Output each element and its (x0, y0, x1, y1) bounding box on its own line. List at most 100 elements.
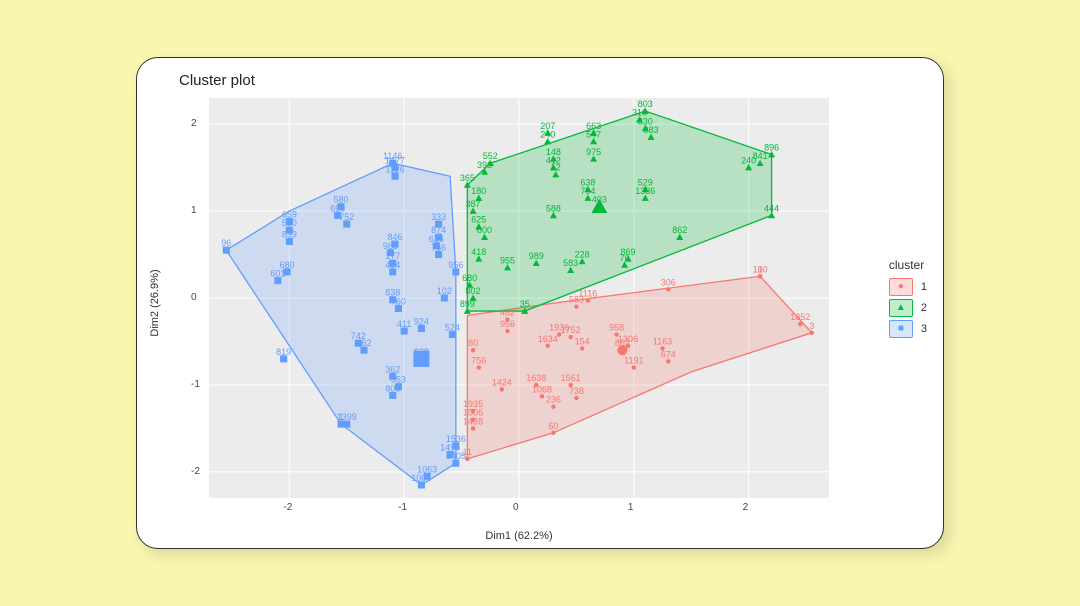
x-tick: -1 (398, 502, 407, 513)
legend-label-1: 1 (921, 281, 927, 293)
point-cluster-1 (626, 344, 630, 348)
point-label: 207 (540, 121, 555, 131)
point-label: 738 (569, 386, 584, 396)
point-label: 601 (270, 269, 285, 279)
point-label: 60 (548, 421, 558, 431)
point-label: 1 (339, 412, 344, 422)
legend-swatch-1: ● (889, 278, 913, 296)
point-label: 680 (280, 260, 295, 270)
chart-card: Cluster plot 862482956807561424193515061… (136, 57, 944, 549)
point-label: 803 (638, 99, 653, 109)
point-label: 1561 (561, 373, 581, 383)
point-label: 819 (276, 347, 291, 357)
x-tick: -2 (283, 502, 292, 513)
point-label: 454 (385, 260, 400, 270)
legend: cluster ● 1 ▲ 2 ■ 3 (889, 258, 927, 341)
point-label: 1191 (624, 356, 643, 366)
point-label: 841 (753, 151, 768, 161)
point-label: 760 (391, 296, 406, 306)
point-cluster-1 (810, 331, 814, 335)
point-label: 1634 (538, 334, 558, 344)
legend-row-3: ■ 3 (889, 320, 927, 338)
point-label: 583 (569, 295, 584, 305)
point-label: 552 (483, 151, 498, 161)
point-cluster-1 (471, 426, 475, 430)
point-cluster-1 (758, 274, 762, 278)
point-label: 862 (672, 225, 687, 235)
point-label: 154 (575, 336, 590, 346)
legend-label-3: 3 (921, 323, 927, 335)
point-label: 699 (330, 203, 345, 213)
point-label: 1063 (417, 464, 437, 474)
x-tick: 0 (513, 502, 519, 513)
legend-swatch-3: ■ (889, 320, 913, 338)
point-label: 583 (563, 258, 578, 268)
point-label: 403 (592, 195, 607, 205)
point-label: 12 (551, 163, 561, 173)
point-label: 846 (387, 232, 402, 242)
page-title: Cluster plot (179, 72, 255, 89)
legend-label-2: 2 (921, 302, 927, 314)
point-label: 828 (414, 347, 429, 357)
point-label: 983 (644, 125, 659, 135)
point-cluster-1 (632, 365, 636, 369)
point-label: 956 (500, 319, 515, 329)
point-label: 680 (462, 273, 477, 283)
point-label: 625 (471, 215, 486, 225)
point-cluster-1 (586, 298, 590, 302)
x-tick: 1 (628, 502, 634, 513)
point-label: 839 (282, 229, 297, 239)
point-cluster-1 (568, 335, 572, 339)
point-label: 1424 (492, 377, 512, 387)
y-tick: 2 (191, 118, 197, 129)
point-label: 524 (445, 323, 460, 333)
y-tick: 1 (191, 205, 197, 216)
point-label: 975 (586, 147, 601, 157)
point-cluster-1 (546, 344, 550, 348)
point-label: 70 (620, 253, 630, 263)
point-label: 1852 (790, 312, 810, 322)
point-label: 752 (339, 212, 354, 222)
point-label: 956 (448, 260, 463, 270)
point-cluster-1 (477, 365, 481, 369)
point-cluster-1 (551, 431, 555, 435)
point-label: 1068 (532, 384, 552, 394)
plot-svg: 8624829568075614241935150614381160163810… (209, 98, 829, 498)
x-tick: 2 (743, 502, 749, 513)
point-cluster-1 (580, 346, 584, 350)
point-label: 180 (471, 186, 486, 196)
legend-title: cluster (889, 258, 927, 272)
point-label: 1438 (463, 416, 483, 426)
point-label: 80 (468, 338, 478, 348)
point-label: 766 (431, 243, 446, 253)
legend-row-1: ● 1 (889, 278, 927, 296)
y-tick: -2 (191, 466, 200, 477)
x-axis-label: Dim1 (62.2%) (485, 530, 552, 542)
point-label: 806 (385, 383, 400, 393)
point-label: 96 (221, 238, 231, 248)
point-label: 365 (460, 173, 475, 183)
point-label: 663 (586, 121, 601, 131)
point-label: 1638 (526, 373, 546, 383)
point-label: 1477 (385, 156, 405, 166)
point-cluster-1 (574, 396, 578, 400)
point-label: 588 (546, 203, 561, 213)
point-cluster-1 (471, 348, 475, 352)
plot-area: 8624829568075614241935150614381160163810… (209, 98, 829, 498)
point-label: 756 (471, 356, 486, 366)
cluster-hulls (226, 111, 812, 485)
y-tick: 0 (191, 292, 197, 303)
point-label: 306 (661, 277, 676, 287)
legend-row-2: ▲ 2 (889, 299, 927, 317)
point-label: 1405 (446, 451, 466, 461)
point-label: 924 (414, 316, 429, 326)
point-label: 333 (431, 212, 446, 222)
point-cluster-1 (500, 387, 504, 391)
point-label: 411 (397, 319, 411, 329)
point-label: 148 (546, 147, 561, 157)
point-label: 742 (351, 331, 366, 341)
point-cluster-1 (666, 359, 670, 363)
point-label: 362 (385, 364, 400, 374)
point-label: 418 (471, 247, 486, 257)
y-axis-label: Dim2 (26.9%) (149, 269, 161, 336)
